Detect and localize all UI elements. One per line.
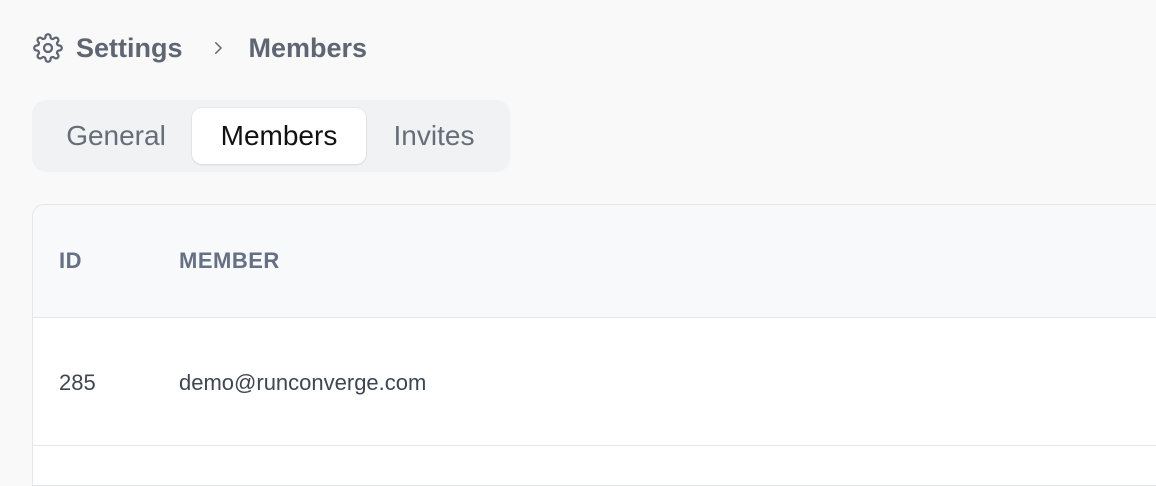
breadcrumb-members: Members [248, 33, 368, 63]
table-header: ID MEMBER [33, 205, 1156, 318]
members-table: ID MEMBER 285 demo@runconverge.com [32, 204, 1156, 486]
tab-general[interactable]: General [48, 108, 184, 164]
member-id-cell: 285 [59, 370, 96, 395]
tab-members[interactable]: Members [192, 108, 366, 164]
breadcrumb-settings[interactable]: Settings [76, 31, 183, 65]
table-row[interactable]: 285 demo@runconverge.com [33, 318, 1156, 446]
member-email-cell: demo@runconverge.com [179, 370, 427, 395]
column-header-id: ID [59, 248, 82, 273]
settings-tabs: General Members Invites [32, 100, 510, 172]
breadcrumb: Settings Members [33, 31, 367, 65]
tab-invites[interactable]: Invites [374, 108, 494, 164]
chevron-right-icon [209, 39, 227, 57]
column-header-member: MEMBER [179, 248, 280, 273]
gear-icon [33, 33, 63, 63]
